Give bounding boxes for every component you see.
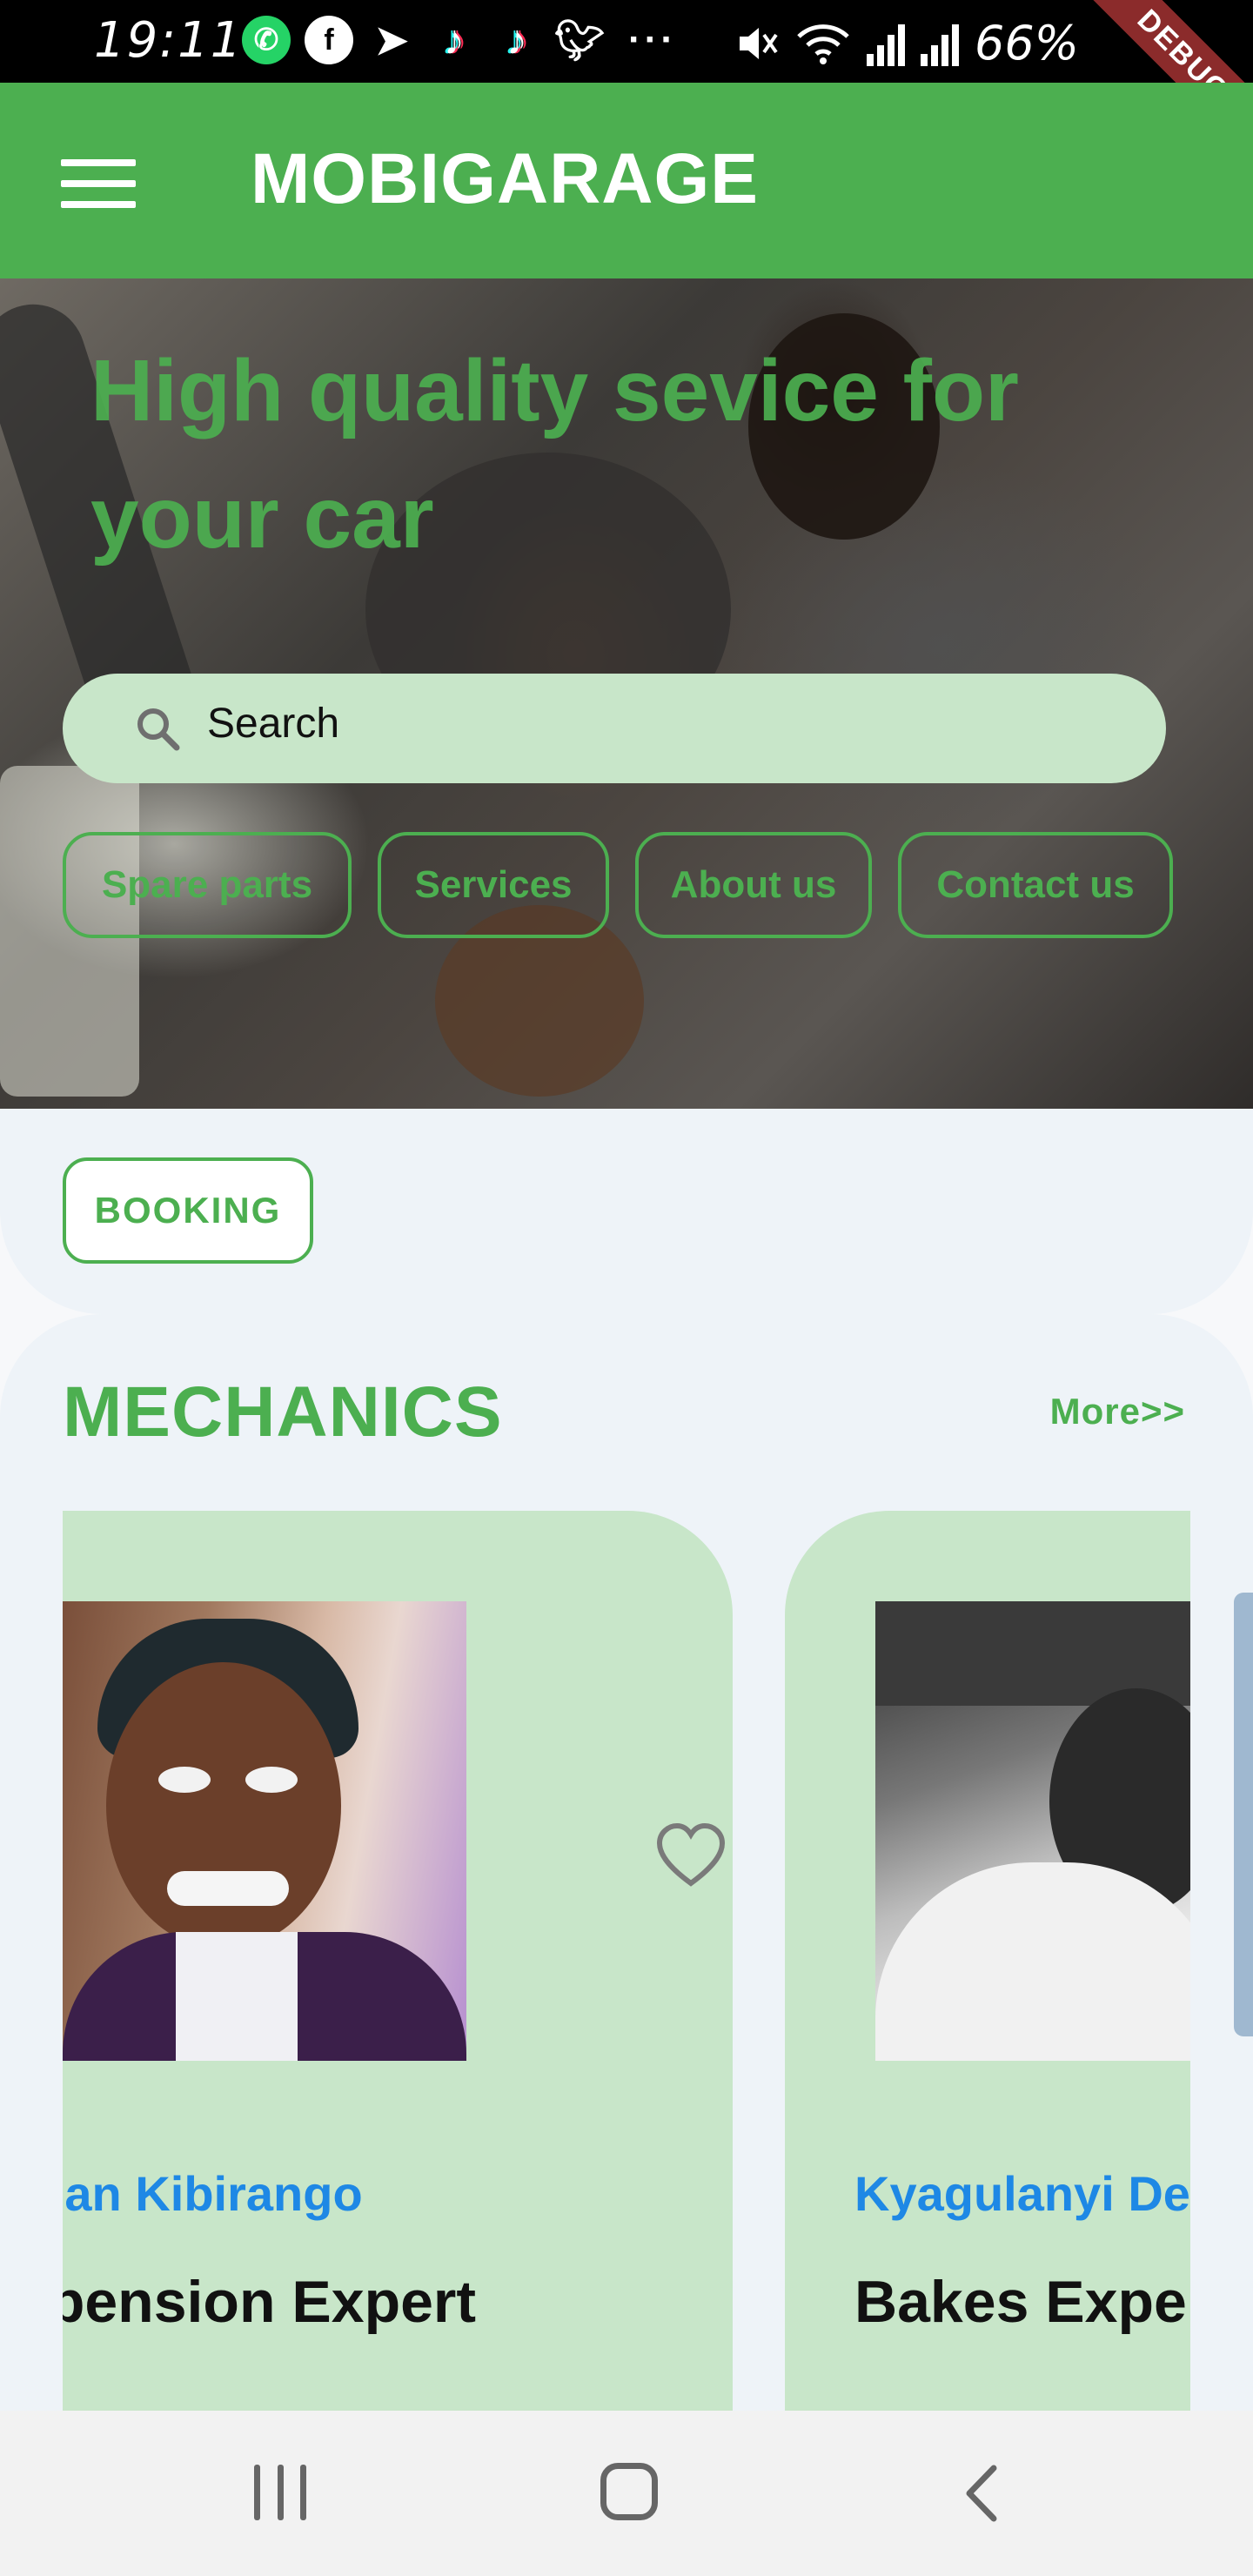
status-bar: 19:11 ✆ f ➤ ♪ ♪ 🐦︎ ··· 66% DEBUG xyxy=(0,0,1253,83)
twitter-icon: 🐦︎ xyxy=(553,17,606,63)
mechanic-name: Kyagulanyi De xyxy=(854,2166,1190,2221)
booking-button[interactable]: BOOKING xyxy=(63,1157,313,1264)
booking-section: BOOKING xyxy=(0,1109,1253,1314)
app-title: MOBIGARAGE xyxy=(251,139,759,218)
chip-services[interactable]: Services xyxy=(378,832,609,938)
debug-banner: DEBUG xyxy=(1074,0,1253,83)
favorite-icon[interactable] xyxy=(656,1822,726,1892)
wifi-icon xyxy=(797,23,849,64)
mechanics-carousel[interactable]: nnan Kibirango spension Expert Kyagulany… xyxy=(63,1511,1190,2411)
chip-contact-us[interactable]: Contact us xyxy=(898,832,1173,938)
recents-button[interactable] xyxy=(254,2465,306,2520)
mute-icon xyxy=(739,27,778,59)
hero-headline: High quality sevice for your car xyxy=(90,342,1019,567)
mechanic-name: nnan Kibirango xyxy=(63,2166,363,2221)
search-input[interactable]: Search xyxy=(207,700,339,748)
tiktok-icon: ♪ xyxy=(506,17,527,64)
status-time: 19:11 xyxy=(94,12,244,69)
mechanics-section: MECHANICS More>> nnan Kibirango spension… xyxy=(0,1314,1253,2411)
notification-icons: ✆ f ➤ ♪ ♪ 🐦︎ ··· xyxy=(242,16,687,64)
mechanic-photo xyxy=(63,1601,466,2061)
menu-icon[interactable] xyxy=(61,159,136,208)
search-bar[interactable]: Search xyxy=(63,674,1166,783)
more-link[interactable]: More>> xyxy=(1050,1391,1185,1432)
system-icons: 66% xyxy=(734,16,1079,70)
more-notifications-icon: ··· xyxy=(628,18,677,61)
section-title: MECHANICS xyxy=(63,1372,503,1452)
hero-banner: High quality sevice for your car Search … xyxy=(0,278,1253,1109)
mechanic-photo xyxy=(875,1601,1190,2061)
chip-spare-parts[interactable]: Spare parts xyxy=(63,832,352,938)
tiktok-icon: ♪ xyxy=(444,17,465,64)
system-nav-bar xyxy=(0,2411,1253,2576)
mechanic-card[interactable]: nnan Kibirango spension Expert xyxy=(63,1511,733,2411)
whatsapp-icon: ✆ xyxy=(242,16,291,64)
home-button[interactable] xyxy=(600,2463,658,2520)
mechanic-role: Bakes Expe xyxy=(854,2269,1187,2335)
app-bar: MOBIGARAGE xyxy=(0,83,1253,278)
signal-icon xyxy=(866,21,905,66)
signal-icon xyxy=(920,21,959,66)
chip-about-us[interactable]: About us xyxy=(635,832,872,938)
scrollbar[interactable] xyxy=(1234,1593,1253,2036)
back-icon[interactable] xyxy=(957,2463,1009,2524)
mechanic-card[interactable]: Kyagulanyi De Bakes Expe xyxy=(785,1511,1190,2411)
mechanic-role: spension Expert xyxy=(63,2269,477,2335)
quick-links: Spare parts Services About us Contact us xyxy=(63,832,1173,938)
facebook-icon: f xyxy=(305,16,353,64)
battery-percent: 66% xyxy=(974,16,1079,70)
telegram-icon: ➤ xyxy=(374,17,409,63)
search-icon xyxy=(137,708,180,751)
